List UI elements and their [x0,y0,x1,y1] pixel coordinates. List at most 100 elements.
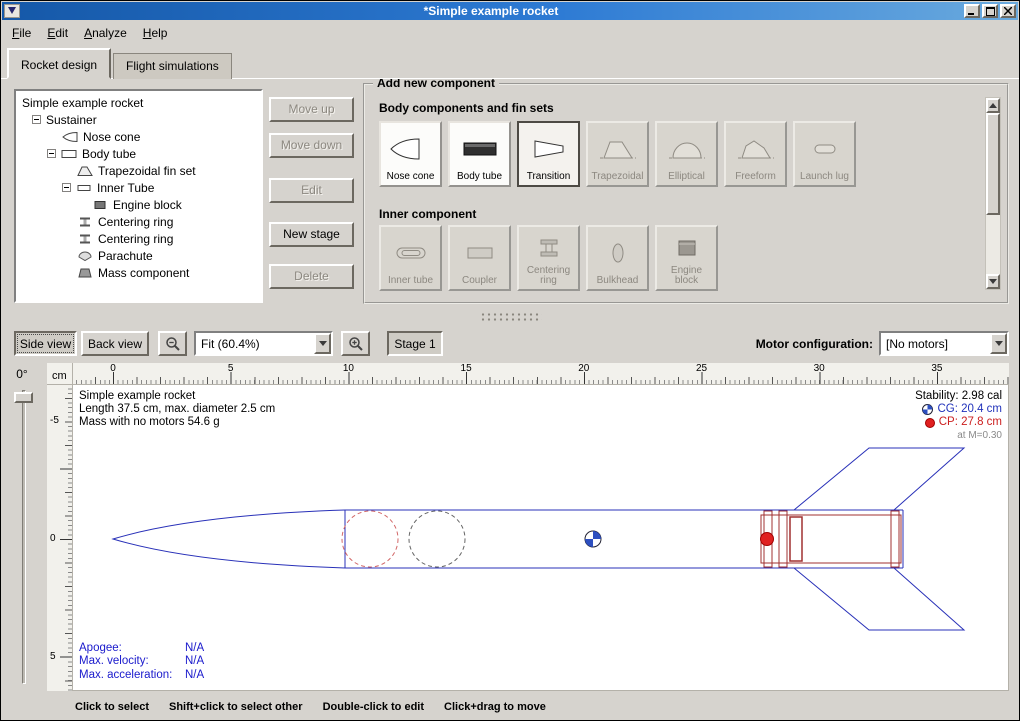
menu-file[interactable]: File [4,23,39,43]
add-elliptical-fin-button[interactable]: Elliptical [655,121,718,187]
arrow-down-icon [989,279,997,288]
rocket-design-canvas[interactable]: Simple example rocket Length 37.5 cm, ma… [73,385,1009,691]
tree-item-centering-ring-2[interactable]: Centering ring [16,230,261,247]
hint-select: Click to select [75,701,149,713]
menu-help[interactable]: Help [135,23,176,43]
app-icon [7,4,17,18]
back-view-button[interactable]: Back view [81,331,149,356]
panel-splitter[interactable] [480,312,542,322]
dropdown-button[interactable] [990,333,1007,354]
tree-item-fin-set[interactable]: Trapezoidal fin set [16,162,261,179]
tree-item-inner-tube[interactable]: Inner Tube [16,179,261,196]
add-inner-tube-button[interactable]: Inner tube [379,225,442,291]
menu-edit[interactable]: Edit [39,23,76,43]
body-tube-icon [458,126,502,172]
close-button[interactable] [1000,4,1016,18]
zoom-out-button[interactable] [158,331,187,356]
cg-marker [585,531,601,547]
move-down-button[interactable]: Move down [269,133,354,158]
zoom-out-icon [165,336,181,352]
chevron-down-icon [995,341,1003,350]
collapse-icon[interactable] [47,149,56,158]
add-centering-ring-button[interactable]: Centering ring [517,225,580,291]
window-title: *Simple example rocket [20,4,962,18]
body-tube-icon [61,148,77,160]
h-ruler-label: 10 [338,363,358,374]
centering-ring-icon [77,233,93,245]
tree-item-mass-component[interactable]: Mass component [16,264,261,281]
mass-component-outline[interactable] [409,511,465,567]
inner-tube-assembly[interactable] [761,511,901,567]
centering-ring-icon [527,230,571,266]
dropdown-button[interactable] [314,333,331,354]
collapse-icon[interactable] [32,115,41,124]
application-window: *Simple example rocket File Edit Analyze… [0,0,1020,721]
scroll-down-button[interactable] [986,274,1000,289]
launch-lug-icon [803,126,847,172]
rotation-slider-thumb[interactable] [14,392,33,403]
component-scrollbar[interactable] [985,97,1001,290]
tree-item-body-tube[interactable]: Body tube [16,145,261,162]
v-ruler-label: 5 [50,651,56,662]
trapezoidal-fin-icon [596,126,640,172]
tab-rocket-design[interactable]: Rocket design [7,48,111,79]
apogee-value: N/A [185,642,204,656]
stage-1-toggle[interactable]: Stage 1 [387,331,443,356]
rocket-mass: Mass with no motors 54.6 g [79,416,275,429]
delete-button[interactable]: Delete [269,264,354,289]
new-stage-button[interactable]: New stage [269,222,354,247]
rocket-info: Simple example rocket Length 37.5 cm, ma… [79,390,275,429]
minimize-button[interactable] [964,4,980,18]
tree-item-parachute[interactable]: Parachute [16,247,261,264]
collapse-icon[interactable] [62,183,71,192]
v-ruler-label: -5 [50,415,59,426]
h-ruler-label: 30 [809,363,829,374]
move-up-button[interactable]: Move up [269,97,354,122]
zoom-in-button[interactable] [341,331,370,356]
tree-item-sustainer[interactable]: Sustainer [16,111,261,128]
engine-block-icon [92,199,108,211]
tree-item-centering-ring-1[interactable]: Centering ring [16,213,261,230]
h-ruler-label: 5 [221,363,241,374]
add-body-tube-button[interactable]: Body tube [448,121,511,187]
add-nose-cone-button[interactable]: Nose cone [379,121,442,187]
rocket-name: Simple example rocket [79,390,275,403]
edit-button[interactable]: Edit [269,178,354,203]
add-transition-button[interactable]: Transition [517,121,580,187]
add-coupler-button[interactable]: Coupler [448,225,511,291]
rotation-slider-track[interactable] [22,390,26,684]
h-ruler-label: 20 [574,363,594,374]
bulkhead-icon [596,230,640,276]
add-freeform-fin-button[interactable]: Freeform [724,121,787,187]
tree-item-nose-cone[interactable]: Nose cone [16,128,261,145]
nose-cone-icon [389,126,433,172]
parachute-outline[interactable] [342,511,398,567]
tab-flight-simulations[interactable]: Flight simulations [113,53,232,79]
rocket-drawing[interactable] [73,385,1009,691]
scroll-up-button[interactable] [986,98,1000,113]
add-engine-block-button[interactable]: Engine block [655,225,718,291]
maximize-button[interactable] [982,4,998,18]
h-ruler-label: 0 [103,363,123,374]
scrollbar-thumb[interactable] [986,113,1000,215]
add-trapezoidal-fin-button[interactable]: Trapezoidal [586,121,649,187]
close-icon [1004,7,1012,15]
motor-configuration-select[interactable]: [No motors] [879,331,1009,356]
h-ruler-label: 25 [692,363,712,374]
rotation-value: 0° [7,367,37,381]
tab-strip: Rocket design Flight simulations [7,48,234,79]
tree-item-rocket[interactable]: Simple example rocket [16,94,261,111]
menu-analyze[interactable]: Analyze [76,23,135,43]
add-launch-lug-button[interactable]: Launch lug [793,121,856,187]
zoom-select[interactable]: Fit (60.4%) [194,331,333,356]
add-bulkhead-button[interactable]: Bulkhead [586,225,649,291]
inner-tube-icon [76,182,92,194]
inner-component-label: Inner component [379,207,476,221]
tree-item-engine-block[interactable]: Engine block [16,196,261,213]
motor-configuration-label: Motor configuration: [701,337,873,351]
inner-tube-icon [389,230,433,276]
window-menu-button[interactable] [4,4,20,18]
h-ruler-label: 15 [456,363,476,374]
side-view-button[interactable]: Side view [14,331,77,356]
hint-shift-click: Shift+click to select other [169,701,303,713]
